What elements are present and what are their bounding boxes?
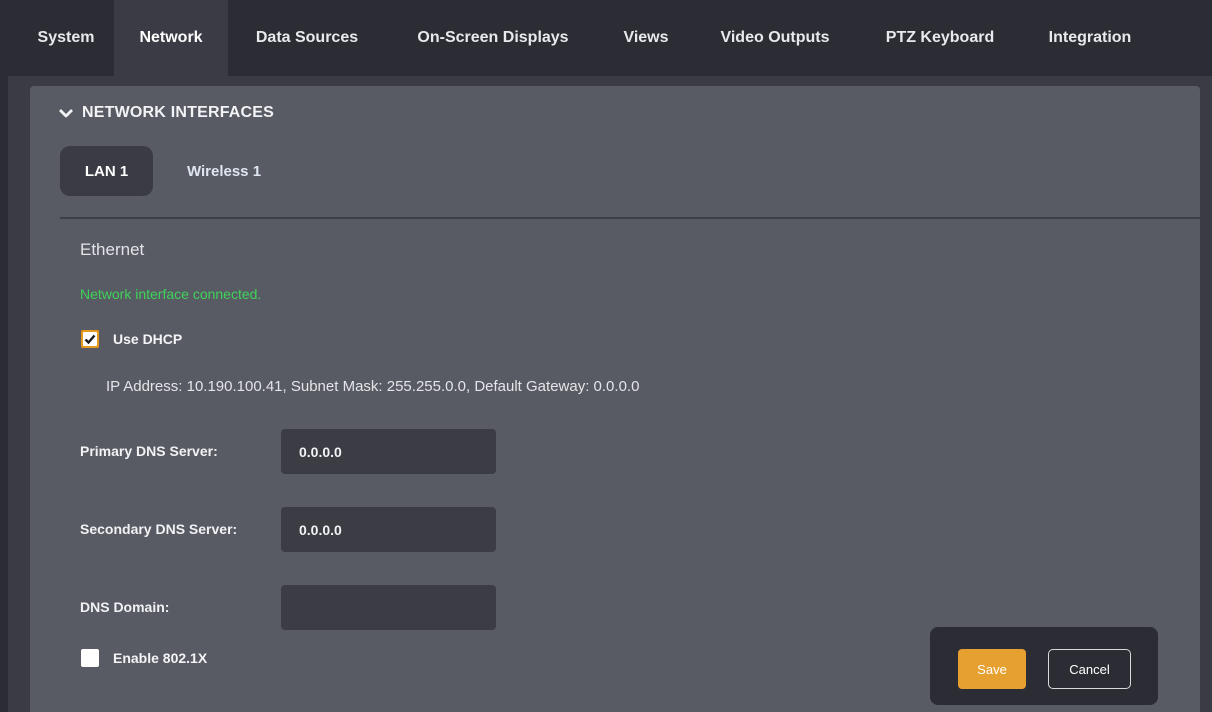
checkmark-icon bbox=[83, 332, 97, 346]
subtab-lan-1[interactable]: LAN 1 bbox=[60, 146, 153, 196]
use-dhcp-checkbox-row[interactable]: Use DHCP bbox=[81, 330, 182, 348]
subtab-wireless-1[interactable]: Wireless 1 bbox=[164, 146, 284, 196]
secondary-dns-input[interactable] bbox=[281, 507, 496, 552]
section-header-network-interfaces[interactable]: NETWORK INTERFACES bbox=[58, 104, 274, 122]
use-dhcp-checkbox[interactable] bbox=[81, 330, 99, 348]
interface-type-title: Ethernet bbox=[80, 240, 145, 259]
tab-ptz-keyboard[interactable]: PTZ Keyboard bbox=[858, 0, 1022, 76]
tab-network[interactable]: Network bbox=[114, 0, 228, 76]
enable-8021x-label: Enable 802.1X bbox=[113, 650, 208, 666]
top-navigation: System Network Data Sources On-Screen Di… bbox=[0, 0, 1212, 76]
section-title: NETWORK INTERFACES bbox=[82, 104, 275, 121]
save-button[interactable]: Save bbox=[958, 649, 1026, 689]
tab-on-screen-displays[interactable]: On-Screen Displays bbox=[386, 0, 600, 76]
primary-dns-input[interactable] bbox=[281, 429, 496, 474]
tab-video-outputs[interactable]: Video Outputs bbox=[692, 0, 858, 76]
enable-8021x-checkbox-row[interactable]: Enable 802.1X bbox=[81, 649, 207, 667]
dns-domain-input[interactable] bbox=[281, 585, 496, 630]
divider bbox=[60, 217, 1200, 219]
chevron-down-icon bbox=[58, 106, 74, 120]
left-edge bbox=[0, 76, 8, 712]
secondary-dns-label: Secondary DNS Server: bbox=[80, 521, 238, 537]
dns-domain-label: DNS Domain: bbox=[80, 599, 170, 615]
enable-8021x-checkbox[interactable] bbox=[81, 649, 99, 667]
ip-info-text: IP Address: 10.190.100.41, Subnet Mask: … bbox=[106, 378, 640, 395]
primary-dns-label: Primary DNS Server: bbox=[80, 443, 218, 459]
use-dhcp-label: Use DHCP bbox=[113, 331, 183, 347]
tab-data-sources[interactable]: Data Sources bbox=[228, 0, 386, 76]
connection-status: Network interface connected. bbox=[80, 286, 262, 302]
cancel-button[interactable]: Cancel bbox=[1048, 649, 1131, 689]
tab-integration[interactable]: Integration bbox=[1022, 0, 1158, 76]
tab-views[interactable]: Views bbox=[600, 0, 692, 76]
tab-system[interactable]: System bbox=[18, 0, 114, 76]
